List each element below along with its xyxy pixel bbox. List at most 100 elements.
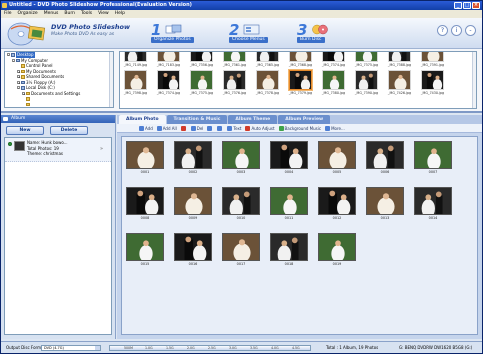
file-item[interactable]: _MG_7374.jpg — [155, 70, 182, 95]
expand-icon[interactable]: + — [17, 69, 21, 73]
album-photo[interactable]: 0007 — [414, 141, 452, 174]
menu-view[interactable]: View — [98, 10, 109, 18]
photo-thumbnail — [366, 141, 404, 169]
step-burn-disc[interactable]: 3 Burn Disc — [297, 22, 328, 44]
background-music-button[interactable]: Background Music — [278, 125, 321, 131]
album-photo[interactable]: 0010 — [222, 187, 260, 220]
disc-format-value: DVD (4.7G) — [44, 346, 64, 350]
file-item[interactable]: _MG_7368.jpg — [287, 52, 314, 67]
menu-menus[interactable]: Menus — [44, 10, 59, 18]
tree-item[interactable] — [5, 102, 113, 108]
file-item[interactable]: _MG_7376.jpg — [221, 70, 248, 95]
file-item[interactable]: _MG_7356.jpg — [188, 52, 215, 67]
file-item[interactable]: _MG_7378.jpg — [254, 70, 281, 95]
album-photo[interactable]: 0003 — [222, 141, 260, 174]
album-item[interactable]: Name: Hunk bowo... Total Photos: 19 Them… — [5, 138, 111, 162]
photo-thumbnail — [174, 233, 212, 261]
album-name: Name: Hunk bowo... — [27, 140, 68, 145]
drive-icon — [21, 80, 25, 84]
tab-album-theme[interactable]: Album Theme — [228, 115, 278, 124]
files-scrollbar[interactable] — [472, 52, 476, 108]
file-item[interactable]: _MG_7388.jpg — [386, 52, 413, 67]
more-button[interactable]: More... — [325, 125, 345, 131]
tree-scrollbar[interactable] — [109, 52, 113, 107]
add-button[interactable]: Add — [139, 125, 153, 131]
file-item[interactable]: _MG_7365.jpg — [254, 52, 281, 67]
album-photo[interactable]: 0001 — [126, 141, 164, 174]
album-photo[interactable]: 0005 — [318, 141, 356, 174]
album-photo[interactable]: 0017 — [222, 233, 260, 266]
album-photo[interactable]: 0006 — [366, 141, 404, 174]
tab-transition-music[interactable]: Transition & Music — [166, 115, 228, 124]
menu-organize[interactable]: Organize — [18, 10, 38, 18]
text-button[interactable]: Text — [227, 125, 242, 131]
minimize-button[interactable]: _ — [454, 2, 462, 9]
file-item[interactable]: _MG_7426.jpg — [386, 70, 413, 95]
tool-icon — [227, 125, 233, 131]
drive-icon — [16, 58, 20, 62]
collapse-icon[interactable]: - — [7, 53, 10, 57]
collapse-icon[interactable]: - — [12, 58, 15, 62]
album-photo[interactable]: 0014 — [414, 187, 452, 220]
add-all-button[interactable]: Add All — [156, 125, 177, 131]
folder-tree[interactable]: - Desktop - My Computer Control Panel + My Doc… — [4, 51, 114, 108]
album-photo[interactable]: 0012 — [318, 187, 356, 220]
file-item[interactable]: _MG_7391.jpg — [419, 52, 446, 67]
menu-tools[interactable]: Tools — [81, 10, 92, 18]
collapse-icon[interactable]: - — [17, 86, 20, 90]
file-thumbnail — [256, 52, 279, 62]
album-expand-icon[interactable]: » — [100, 146, 103, 152]
maximize-button[interactable]: □ — [463, 2, 471, 9]
tool-button-2[interactable] — [180, 125, 187, 131]
photo-thumbnail — [318, 141, 356, 169]
album-photo[interactable]: 0016 — [174, 233, 212, 266]
album-photo[interactable]: 0013 — [366, 187, 404, 220]
file-name: _MG_7375.jpg — [354, 63, 379, 67]
file-thumbnail — [322, 52, 345, 62]
album-photo[interactable]: 0019 — [318, 233, 356, 266]
close-button[interactable]: × — [472, 2, 480, 9]
album-photo[interactable]: 0008 — [126, 187, 164, 220]
album-photo[interactable]: 0009 — [174, 187, 212, 220]
info-icon[interactable]: i — [451, 25, 462, 36]
album-photo[interactable]: 0004 — [270, 141, 308, 174]
tab-album-photo[interactable]: Album Photo — [119, 115, 166, 124]
menu-help[interactable]: Help — [115, 10, 125, 18]
menu-burn[interactable]: Burn — [64, 10, 75, 18]
file-item[interactable]: _MG_7149.jpg — [122, 52, 149, 67]
file-item[interactable]: _MG_7398.jpg — [122, 70, 149, 95]
expand-icon[interactable]: + — [17, 80, 21, 84]
album-photo[interactable]: 0018 — [270, 233, 308, 266]
album-photo[interactable]: 0002 — [174, 141, 212, 174]
photo-thumbnail — [126, 233, 164, 261]
file-item[interactable]: _MG_7375.jpg — [353, 52, 380, 67]
step-choose-menus[interactable]: 2 Choose Menus — [229, 22, 268, 44]
album-photo[interactable]: 0015 — [126, 233, 164, 266]
step-organize-photos[interactable]: 1 Organize Photos — [151, 22, 194, 44]
file-item[interactable]: _MG_7375.jpg — [188, 70, 215, 95]
file-item[interactable]: _MG_7379.jpg — [287, 69, 314, 95]
expand-icon[interactable]: + — [22, 91, 26, 95]
file-item[interactable]: _MG_7183.jpg — [155, 52, 182, 67]
tool-button-4[interactable] — [207, 125, 213, 131]
tool-label: Text — [233, 125, 242, 131]
file-item[interactable]: _MG_7361.jpg — [221, 52, 248, 67]
expand-icon[interactable]: + — [17, 75, 21, 79]
menu-file[interactable]: File — [4, 10, 12, 18]
help-icon[interactable]: ? — [437, 25, 448, 36]
file-item[interactable]: _MG_7374.jpg — [320, 52, 347, 67]
file-item[interactable]: _MG_7380.jpg — [320, 70, 347, 95]
minimize-panel-icon[interactable]: - — [465, 25, 476, 36]
del-button[interactable]: Del — [190, 125, 203, 131]
file-item[interactable]: _MG_7430.jpg — [419, 70, 446, 95]
album-photo[interactable]: 0011 — [270, 187, 308, 220]
tool-label: Add — [145, 125, 153, 131]
file-item[interactable]: _MG_7390.jpg — [353, 70, 380, 95]
delete-album-button[interactable]: Delete — [50, 126, 88, 135]
tab-album-preview[interactable]: Album Preview — [278, 115, 331, 124]
auto-adjust-button[interactable]: Auto Adjust — [245, 125, 275, 131]
disc-format-select[interactable]: DVD (4.7G) — [41, 345, 101, 351]
tool-button-5[interactable] — [217, 125, 223, 131]
photo-number: 0006 — [380, 170, 390, 174]
new-album-button[interactable]: New — [6, 126, 44, 135]
